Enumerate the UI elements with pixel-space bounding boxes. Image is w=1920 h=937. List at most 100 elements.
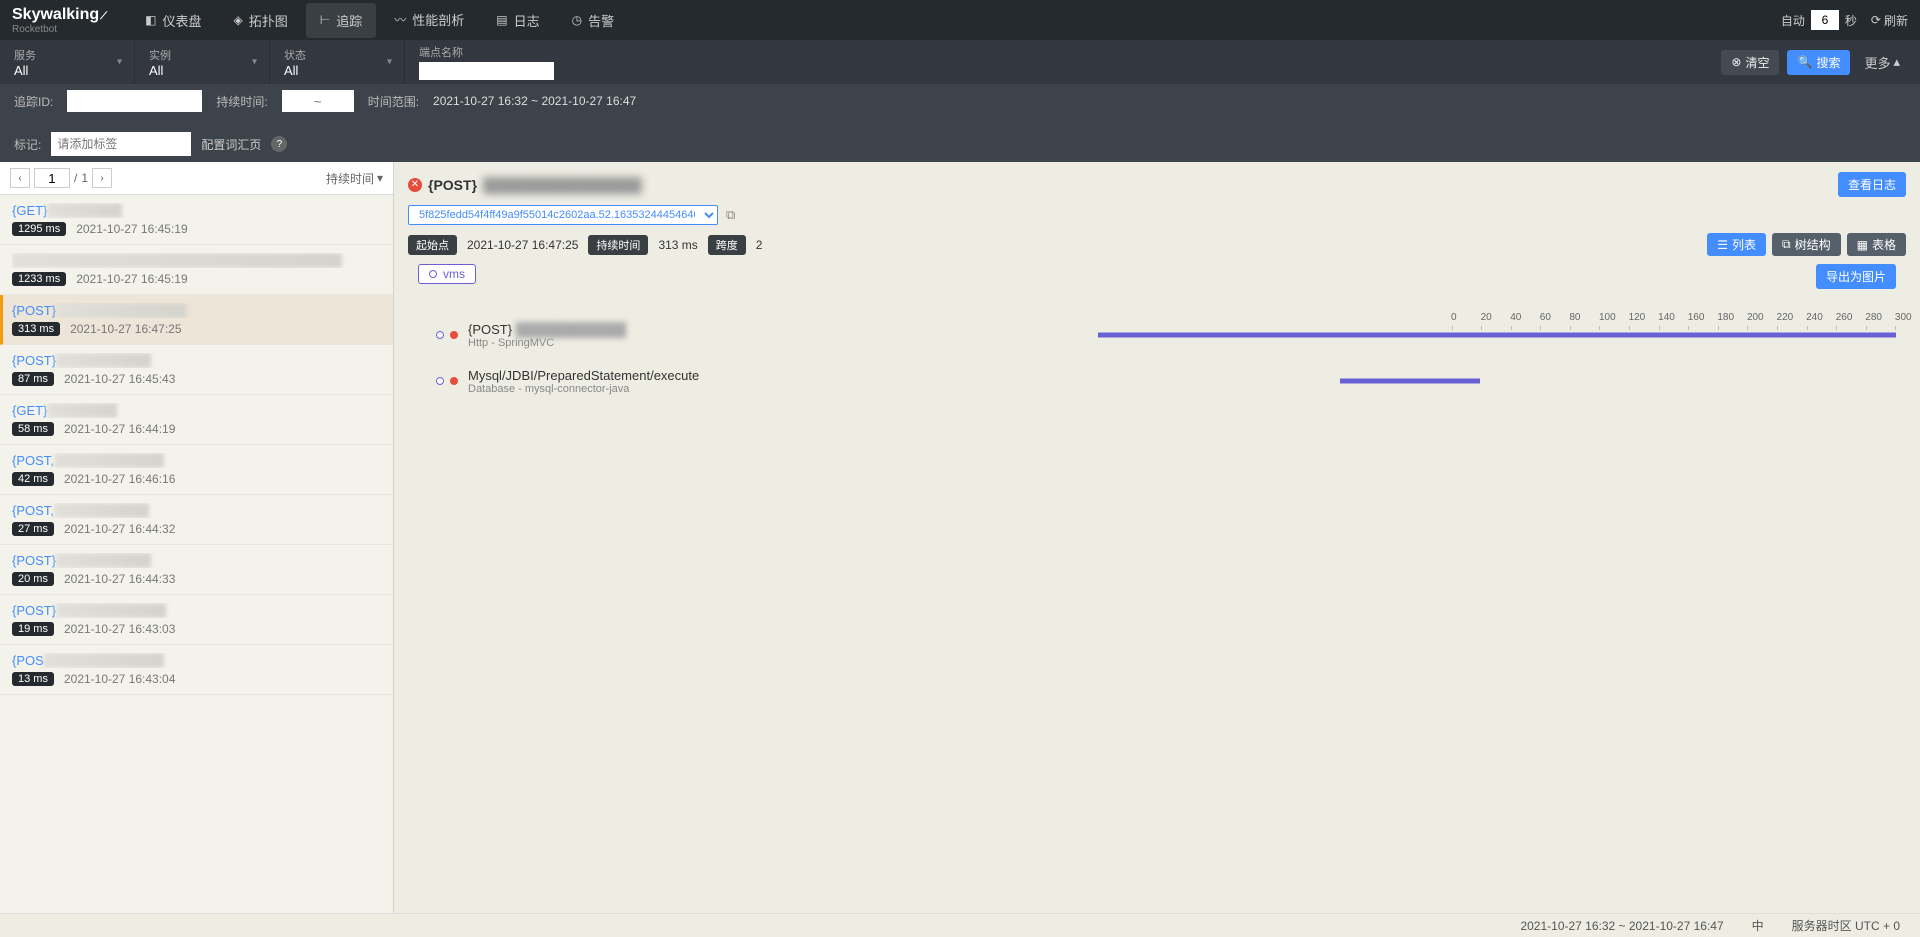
- trace-time: 2021-10-27 16:44:19: [64, 422, 175, 436]
- instance-filter[interactable]: 实例 All ▾: [135, 40, 270, 84]
- table-view-button[interactable]: ▦表格: [1847, 233, 1906, 256]
- help-icon[interactable]: ?: [271, 136, 287, 152]
- clear-button[interactable]: ⊗ 清空: [1721, 50, 1779, 75]
- clear-label: 清空: [1745, 54, 1769, 71]
- timerange-label: 时间范围:: [368, 93, 419, 110]
- dur-label: 持续时间: [588, 235, 648, 255]
- view-log-button[interactable]: 查看日志: [1838, 172, 1906, 197]
- axis-tick: 300: [1895, 312, 1896, 323]
- trace-item[interactable]: {POST,x42 ms2021-10-27 16:46:16: [0, 445, 393, 495]
- chevron-down-icon: ▾: [387, 57, 392, 68]
- detail-header: ✕ {POST} ████████████████ 查看日志 5f825fedd…: [394, 162, 1920, 256]
- sort-label: 持续时间: [326, 170, 374, 187]
- refresh-interval-input[interactable]: [1811, 10, 1839, 30]
- service-filter[interactable]: 服务 All ▾: [0, 40, 135, 84]
- pager: ‹ / 1 ›: [10, 168, 112, 188]
- axis-tick: 260: [1836, 312, 1837, 323]
- trace-list[interactable]: {GET}x1295 ms2021-10-27 16:45:19x1233 ms…: [0, 195, 393, 929]
- span-name: Mysql/JDBI/PreparedStatement/execute: [468, 368, 1098, 383]
- trace-title: {POSx: [12, 653, 381, 668]
- trace-item[interactable]: {GET}x1295 ms2021-10-27 16:45:19: [0, 195, 393, 245]
- search-button[interactable]: 🔍 搜索: [1787, 50, 1850, 75]
- traceid-select[interactable]: 5f825fedd54f4ff49a9f55014c2602aa.52.1635…: [408, 205, 718, 225]
- status-filter[interactable]: 状态 All ▾: [270, 40, 405, 84]
- span-row[interactable]: Mysql/JDBI/PreparedStatement/executeData…: [418, 358, 1896, 404]
- start-value: 2021-10-27 16:47:25: [467, 238, 578, 252]
- trace-title: {GET}x: [12, 403, 381, 418]
- trace-item[interactable]: {POSx13 ms2021-10-27 16:43:04: [0, 645, 393, 695]
- duration-badge: 13 ms: [12, 672, 54, 686]
- list-view-button[interactable]: ☰列表: [1707, 233, 1766, 256]
- prev-page-button[interactable]: ‹: [10, 168, 30, 188]
- tree-view-button[interactable]: ⧉树结构: [1772, 233, 1841, 256]
- nav-item-追踪[interactable]: ⊢追踪: [306, 3, 376, 38]
- logo: Skywalking⟋ Rocketbot: [12, 6, 107, 35]
- endpoint-filter: 端点名称: [405, 40, 570, 84]
- trace-time: 2021-10-27 16:44:32: [64, 522, 175, 536]
- copy-icon[interactable]: ⧉: [726, 207, 735, 223]
- trace-time: 2021-10-27 16:45:19: [76, 222, 187, 236]
- chevron-down-icon: ▾: [377, 171, 383, 185]
- tags-input[interactable]: [51, 132, 191, 156]
- sort-dropdown[interactable]: 持续时间 ▾: [326, 170, 383, 187]
- trace-item[interactable]: {POST,x27 ms2021-10-27 16:44:32: [0, 495, 393, 545]
- duration-badge: 58 ms: [12, 422, 54, 436]
- trace-time: 2021-10-27 16:45:43: [64, 372, 175, 386]
- next-page-button[interactable]: ›: [92, 168, 112, 188]
- trace-item[interactable]: {POST}x19 ms2021-10-27 16:43:03: [0, 595, 393, 645]
- trace-item[interactable]: {GET}x 58 ms 2021-10-27 16:44:19: [0, 395, 393, 445]
- filter-bar: 服务 All ▾ 实例 All ▾ 状态 All ▾ 端点名称 ⊗ 清空 🔍 搜…: [0, 40, 1920, 84]
- trace-list-toolbar: ‹ / 1 › 持续时间 ▾: [0, 162, 393, 195]
- service-pill[interactable]: vms: [418, 264, 476, 284]
- footer-range[interactable]: 2021-10-27 16:32 ~ 2021-10-27 16:47: [1520, 919, 1723, 933]
- detail-title-method: {POST}: [428, 177, 477, 193]
- duration-badge: 87 ms: [12, 372, 54, 386]
- span-bar: [1098, 333, 1896, 338]
- trace-item[interactable]: x1233 ms2021-10-27 16:45:19: [0, 245, 393, 295]
- span-label: 跨度: [708, 235, 746, 255]
- auto-refresh-group: 自动 秒 ⟳ 刷新: [1781, 10, 1908, 30]
- duration-input[interactable]: [282, 90, 354, 112]
- export-image-button[interactable]: 导出为图片: [1816, 264, 1896, 289]
- nav-item-告警[interactable]: ◷告警: [558, 3, 629, 38]
- trace-title: {GET}x: [12, 203, 381, 218]
- refresh-button[interactable]: ⟳ 刷新: [1871, 12, 1908, 29]
- nav-item-日志[interactable]: ▤日志: [482, 3, 553, 38]
- lang-switch[interactable]: 中: [1752, 917, 1764, 934]
- trace-time: 2021-10-27 16:43:03: [64, 622, 175, 636]
- duration-badge: 27 ms: [12, 522, 54, 536]
- span-name: {POST} ████████████: [468, 322, 1098, 337]
- auto-label: 自动: [1781, 12, 1805, 29]
- timerange-value[interactable]: 2021-10-27 16:32 ~ 2021-10-27 16:47: [433, 94, 636, 108]
- page-total: 1: [81, 171, 88, 185]
- axis-tick: 180: [1717, 312, 1718, 323]
- trace-item[interactable]: {POST}x20 ms2021-10-27 16:44:33: [0, 545, 393, 595]
- span-dot-icon: [436, 331, 444, 339]
- span-sub: Database - mysql-connector-java: [468, 383, 1098, 395]
- trace-title: {POST,x: [12, 453, 381, 468]
- chevron-down-icon: ▾: [252, 57, 257, 68]
- traceid-input[interactable]: [67, 90, 202, 112]
- vocab-link[interactable]: 配置词汇页: [201, 136, 261, 153]
- endpoint-input[interactable]: [419, 62, 554, 80]
- page-input[interactable]: [34, 168, 70, 188]
- trace-item[interactable]: {POST}x87 ms2021-10-27 16:45:43: [0, 345, 393, 395]
- nav-item-仪表盘[interactable]: ◧仪表盘: [131, 3, 215, 38]
- axis-tick: 20: [1481, 312, 1482, 323]
- nav-item-性能剖析[interactable]: 〰性能剖析: [380, 2, 478, 37]
- trace-time: 2021-10-27 16:47:25: [70, 322, 181, 336]
- duration-badge: 19 ms: [12, 622, 54, 636]
- more-button[interactable]: 更多 ▴: [1858, 49, 1906, 76]
- timeline-chart: 0204060801001201401601802002202402602803…: [418, 312, 1896, 404]
- trace-item[interactable]: {POST}x313 ms2021-10-27 16:47:25: [0, 295, 393, 345]
- chevron-up-icon: ▴: [1893, 54, 1900, 70]
- trace-list-panel: ‹ / 1 › 持续时间 ▾ {GET}x1295 ms2021-10-27 1…: [0, 162, 394, 929]
- chart-zone: vms 导出为图片 020406080100120140160180200220…: [394, 256, 1920, 929]
- axis-tick: 160: [1688, 312, 1689, 323]
- instance-filter-value: All: [149, 63, 253, 78]
- duration-badge: 42 ms: [12, 472, 54, 486]
- nav-item-拓扑图[interactable]: ◈拓扑图: [220, 3, 302, 38]
- error-icon: ✕: [408, 178, 422, 192]
- filter-bar-2: 追踪ID: 持续时间: 时间范围: 2021-10-27 16:32 ~ 202…: [0, 84, 1920, 162]
- logo-subtext: Rocketbot: [12, 24, 107, 35]
